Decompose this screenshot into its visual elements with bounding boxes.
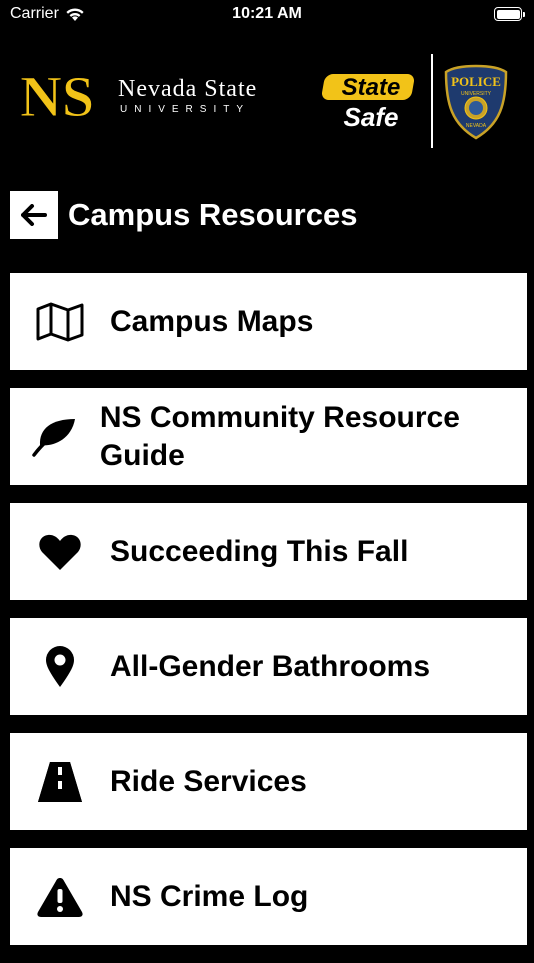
list-item-label: All-Gender Bathrooms [110, 649, 431, 683]
university-line1: Nevada State [118, 76, 258, 102]
badge-state: NEVADA [466, 123, 487, 129]
brand-header: NS Nevada State UNIVERSITY State Safe PO… [0, 52, 534, 152]
statesafe-word2: Safe [344, 102, 399, 132]
list-item-all-gender-bathrooms[interactable]: All-Gender Bathrooms [10, 618, 527, 715]
location-pin-icon [46, 645, 74, 687]
university-line2: UNIVERSITY [120, 104, 251, 115]
resource-list: Campus Maps NS Community Resource Guide … [10, 273, 527, 963]
police-badge-icon: POLICE UNIVERSITY NEVADA [444, 64, 508, 140]
heart-icon [39, 534, 81, 570]
university-name: Nevada State UNIVERSITY [118, 76, 257, 115]
list-item-ride-services[interactable]: Ride Services [10, 733, 527, 830]
ns-monogram-text: NS [20, 66, 94, 129]
list-item-label: Ride Services [110, 764, 307, 798]
list-item-label: NS Crime Log [110, 879, 309, 913]
list-item-label: Campus Maps [110, 304, 314, 338]
leaf-icon [32, 418, 75, 457]
page-title: Campus Resources [68, 197, 358, 232]
list-item-label: Succeeding This Fall [110, 534, 409, 568]
brand-divider [431, 54, 433, 148]
road-icon [38, 761, 82, 802]
warning-icon [37, 877, 83, 917]
back-button[interactable] [10, 191, 58, 239]
battery-icon [494, 7, 525, 21]
badge-text: POLICE [451, 74, 501, 89]
status-bar: Carrier 10:21 AM [0, 0, 534, 30]
list-item-community-resource-guide[interactable]: NS Community Resource Guide [10, 388, 527, 485]
statesafe-logo: State Safe [322, 74, 415, 132]
statesafe-word1: State [342, 74, 401, 101]
ns-monogram-logo: NS [20, 66, 95, 130]
list-item-succeeding-this-fall[interactable]: Succeeding This Fall [10, 503, 527, 600]
list-item-campus-maps[interactable]: Campus Maps [10, 273, 527, 370]
badge-sub: UNIVERSITY [461, 91, 492, 97]
map-icon [36, 302, 84, 341]
list-item-crime-log[interactable]: NS Crime Log [10, 848, 527, 945]
page-header: Campus Resources [10, 190, 357, 240]
list-item-label: NS Community Resource Guide [99, 400, 460, 472]
arrow-left-icon [21, 204, 47, 226]
clock: 10:21 AM [232, 5, 302, 22]
